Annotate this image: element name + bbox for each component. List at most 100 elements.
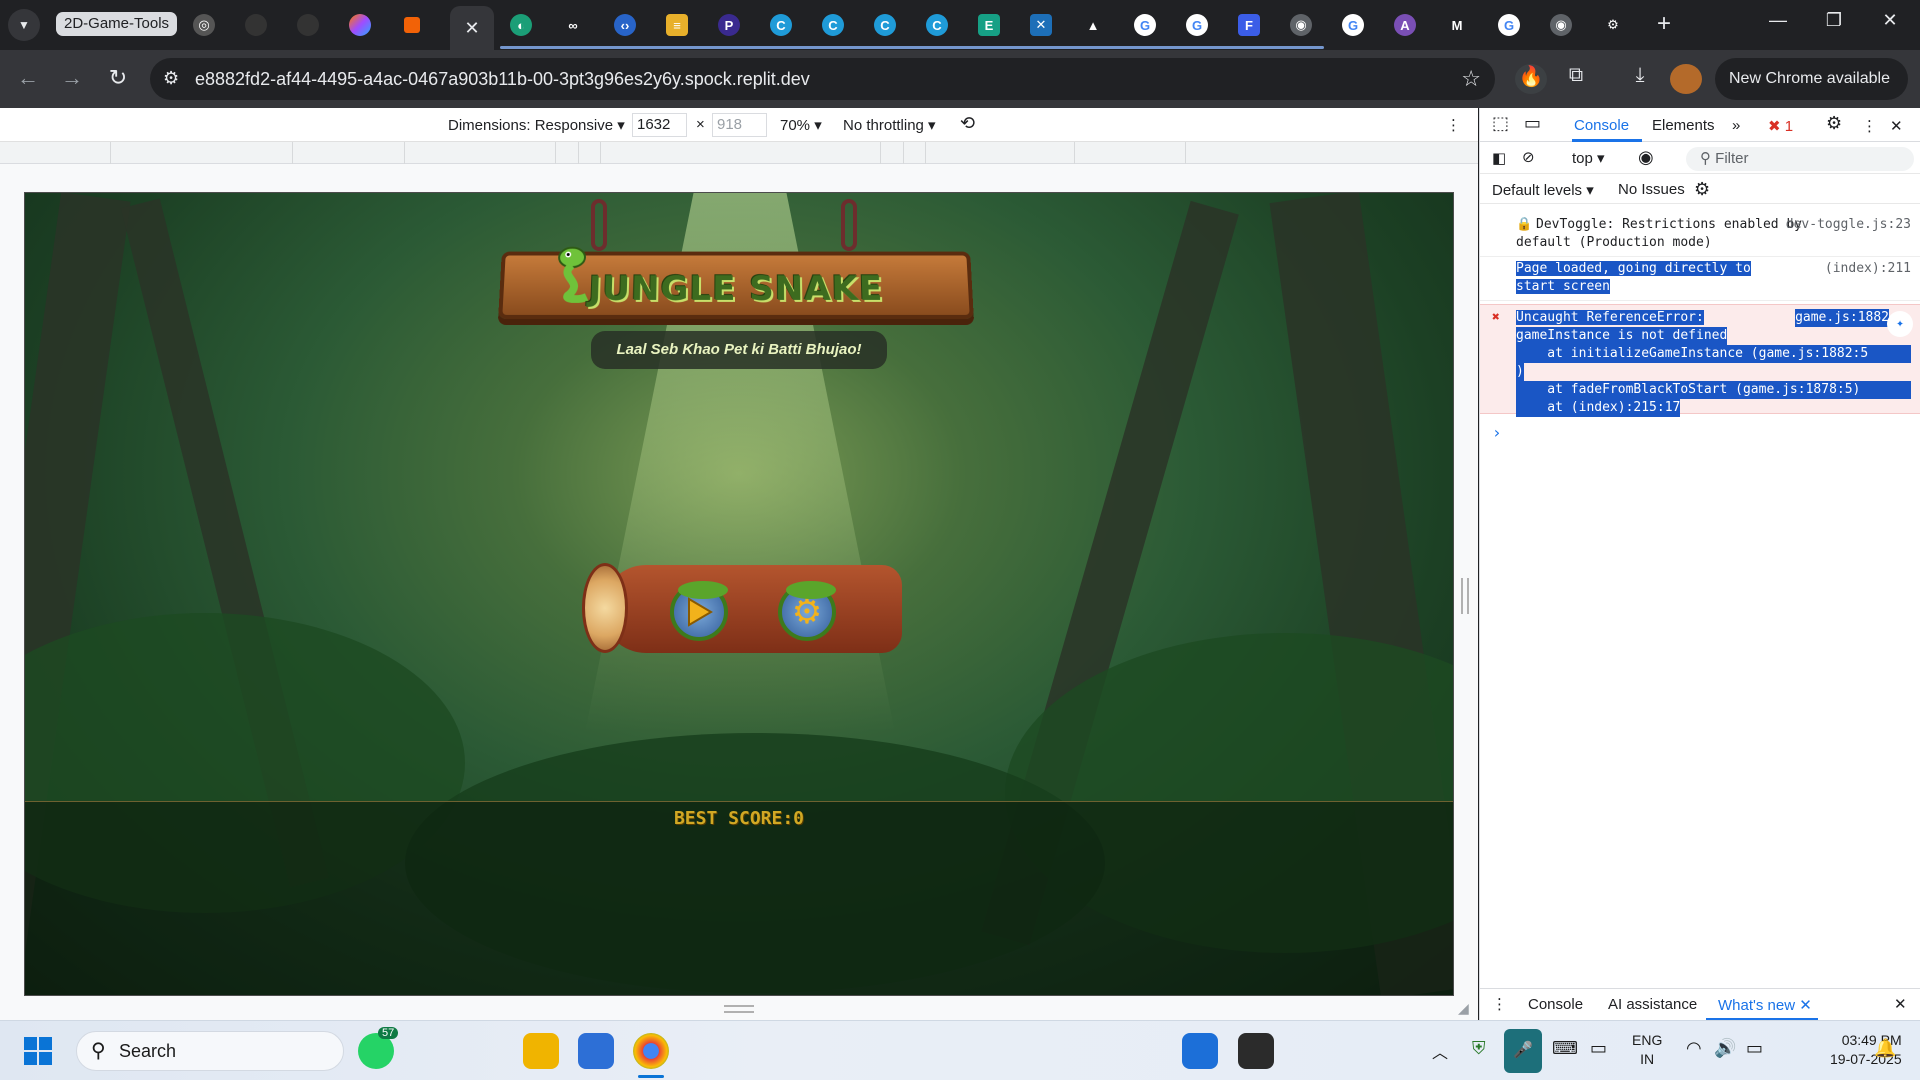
device-menu-icon[interactable]: ⋮ (1446, 116, 1461, 134)
replit-icon[interactable] (396, 10, 428, 40)
canva-icon[interactable]: C (869, 10, 901, 40)
edit-icon[interactable]: E (973, 10, 1005, 40)
console-prompt[interactable]: › (1480, 424, 1920, 442)
extensions-puzzle-icon[interactable]: ⧉ (1560, 64, 1592, 94)
display-icon[interactable]: ▭ (1590, 1038, 1607, 1059)
levels-select[interactable]: Default levels ▾ (1492, 181, 1594, 199)
battery-icon[interactable]: ▭ (1746, 1038, 1763, 1059)
drawer-close-icon[interactable]: ✕ (1894, 995, 1907, 1013)
filter-input[interactable]: ⚲ Filter (1686, 147, 1914, 171)
zoom-select[interactable]: 70% ▾ (780, 116, 822, 134)
error-source-link[interactable]: game.js:1882 (1795, 309, 1889, 327)
devtools-close-icon[interactable]: ✕ (1890, 117, 1903, 135)
google-icon[interactable]: G (1493, 10, 1525, 40)
device-toggle-icon[interactable]: ▭ (1524, 113, 1541, 134)
github-icon[interactable] (292, 10, 324, 40)
github-icon[interactable] (240, 10, 272, 40)
chrome-icon[interactable] (633, 1033, 669, 1069)
site-info-icon[interactable]: ⚙ (163, 68, 179, 89)
console-settings-icon[interactable]: ⚙ (1694, 179, 1710, 200)
openai-icon[interactable]: ◎ (188, 10, 220, 40)
clear-console-icon[interactable]: ⊘ (1522, 148, 1535, 166)
notifications-icon[interactable]: 🔔 (1874, 1038, 1896, 1059)
microphone-icon[interactable]: 🎤 (1504, 1029, 1542, 1073)
stack-line[interactable]: at initializeGameInstance (game.js:1882:… (1516, 345, 1911, 363)
devtools-settings-icon[interactable]: ⚙ (1826, 113, 1842, 134)
tab-console[interactable]: Console (1574, 117, 1629, 134)
dimensions-select[interactable]: Dimensions: Responsive ▾ (448, 116, 625, 134)
photos-icon[interactable] (1182, 1033, 1218, 1069)
file-explorer-icon[interactable] (523, 1033, 559, 1069)
puzzle-icon[interactable]: ✕ (1025, 10, 1057, 40)
message-source-link[interactable]: dev-toggle.js:23 (1786, 216, 1911, 234)
whatsapp-icon[interactable]: 57 (358, 1027, 399, 1069)
drawer-tab-ai-assistance[interactable]: AI assistance (1608, 996, 1697, 1013)
canva-icon[interactable]: C (765, 10, 797, 40)
back-icon[interactable]: ← (14, 65, 42, 91)
sidebar-toggle-icon[interactable]: ◧ (1492, 149, 1506, 167)
close-icon[interactable]: ✕ (464, 18, 479, 39)
forward-icon[interactable]: → (58, 65, 86, 91)
restore-icon[interactable]: ❐ (1814, 10, 1854, 31)
tray-chevron-icon[interactable]: ︿ (1432, 1039, 1448, 1063)
notepad-icon[interactable] (578, 1033, 614, 1069)
inspect-icon[interactable]: ⬚ (1492, 113, 1509, 134)
context-select[interactable]: top ▾ (1572, 149, 1605, 167)
message-source-link[interactable]: (index):211 (1825, 260, 1911, 278)
active-tab[interactable]: ✕ (450, 6, 494, 50)
google-icon[interactable]: G (1129, 10, 1161, 40)
triangle-icon[interactable]: ▲ (1077, 10, 1109, 40)
download-icon[interactable]: ⤓ (1624, 64, 1656, 94)
extension-flame-icon[interactable]: 🔥 (1515, 64, 1547, 94)
stack-line[interactable]: at (index):215:17 (1516, 399, 1681, 417)
window-close-icon[interactable]: ✕ (1870, 10, 1910, 31)
m-icon[interactable]: M (1441, 10, 1473, 40)
globe-icon[interactable]: ◉ (1545, 10, 1577, 40)
taskbar-search[interactable]: ⚲ Search (76, 1031, 344, 1071)
resize-handle-right[interactable] (1461, 578, 1469, 614)
live-expression-eye-icon[interactable]: ◉ (1638, 147, 1654, 168)
p-icon[interactable]: P (713, 10, 745, 40)
drawer-tab-whats-new[interactable]: What's new ✕ (1718, 996, 1812, 1014)
tab-elements[interactable]: Elements (1652, 117, 1715, 134)
new-chrome-available-button[interactable]: New Chrome available ⋮ (1715, 58, 1908, 129)
canva-icon[interactable]: C (921, 10, 953, 40)
wifi-icon[interactable]: ◠ (1686, 1038, 1702, 1059)
stack-line[interactable]: at fadeFromBlackToStart (game.js:1878:5) (1516, 381, 1911, 399)
more-tabs-icon[interactable]: » (1732, 117, 1740, 134)
volume-icon[interactable]: 🔊 (1714, 1038, 1736, 1059)
ai-explain-icon[interactable]: ✦ (1887, 311, 1913, 337)
devtools-menu-icon[interactable]: ⋮ (1862, 117, 1877, 135)
tab-group-label[interactable]: 2D-Game-Tools (56, 12, 178, 36)
address-bar[interactable]: ⚙ e8882fd2-af44-4495-a4ac-0467a903b11b-0… (150, 58, 1495, 100)
infinity-icon[interactable]: ∞ (557, 10, 589, 40)
canva-icon[interactable]: C (817, 10, 849, 40)
defender-icon[interactable]: ⛨ (1472, 1038, 1486, 1059)
ai-icon[interactable]: A (1389, 10, 1421, 40)
profile-avatar[interactable] (1670, 64, 1702, 94)
settings-button[interactable]: ⚙ (778, 581, 836, 641)
resize-corner-icon[interactable]: ◢ (1458, 1000, 1469, 1017)
resize-handle-bottom[interactable] (724, 1005, 754, 1013)
google-icon[interactable]: G (1337, 10, 1369, 40)
new-tab-icon[interactable]: + (1650, 10, 1678, 38)
issues-label[interactable]: No Issues (1618, 181, 1685, 198)
forms-icon[interactable]: F (1233, 10, 1265, 40)
reload-icon[interactable]: ↻ (104, 65, 132, 91)
code-icon[interactable]: ‹› (609, 10, 641, 40)
error-count-badge[interactable]: ✖ 1 (1768, 117, 1793, 135)
game-screen[interactable]: JUNGLE SNAKE Laal Seb Khao Pet ki Batti … (24, 192, 1454, 996)
bookmark-star-icon[interactable]: ☆ (1461, 66, 1481, 92)
drawer-tab-console[interactable]: Console (1528, 996, 1583, 1013)
language-indicator[interactable]: ENG IN (1632, 1031, 1662, 1069)
height-input[interactable]: 918 (712, 113, 767, 137)
layer-icon[interactable]: ≡ (661, 10, 693, 40)
tab-search-icon[interactable]: ▼ (8, 9, 40, 41)
copilot-icon[interactable] (344, 10, 376, 40)
settings-icon[interactable]: ⚙ (1597, 10, 1629, 40)
minimize-icon[interactable]: — (1758, 10, 1798, 31)
throttling-select[interactable]: No throttling ▾ (843, 116, 936, 134)
rotate-icon[interactable]: ⟲ (960, 113, 975, 134)
terminal-icon[interactable] (1238, 1033, 1274, 1069)
drawer-menu-icon[interactable]: ⋮ (1492, 995, 1507, 1013)
